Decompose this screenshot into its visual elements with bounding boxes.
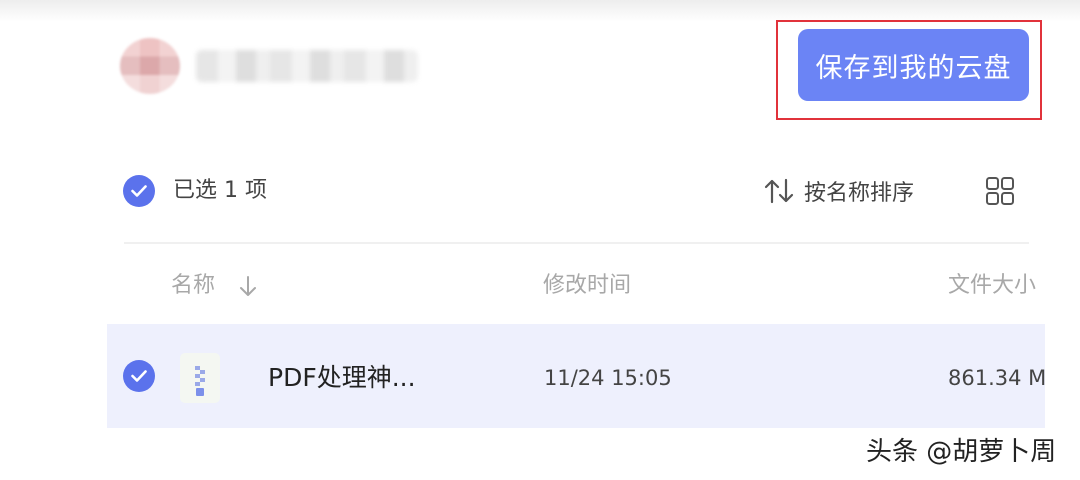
watermark: 头条 @胡萝卜周 [866,437,1057,467]
sort-by-name-button[interactable]: 按名称排序 [764,174,914,208]
select-all-checkbox[interactable] [123,175,155,207]
check-icon [131,185,147,197]
divider [124,242,1029,244]
selection-count: 已选 1 项 [173,178,267,203]
check-icon [131,370,147,382]
grid-view-icon[interactable] [985,176,1015,206]
column-header-name[interactable]: 名称 [171,270,215,302]
sort-arrows-icon [764,178,794,204]
save-to-cloud-button[interactable]: 保存到我的云盘 [798,29,1029,101]
user-name-blurred [196,50,418,82]
avatar [120,38,180,94]
row-checkbox[interactable] [123,360,155,392]
top-shade [0,0,1080,22]
column-header-modified[interactable]: 修改时间 [543,270,631,302]
file-size: 861.34 M [948,366,1045,390]
file-modified-time: 11/24 15:05 [544,366,672,390]
sort-label: 按名称排序 [804,181,915,206]
sort-down-arrow-icon[interactable] [238,274,258,298]
file-name[interactable]: PDF处理神... [268,360,416,396]
column-header-size[interactable]: 文件大小 [948,270,1045,302]
zip-file-icon [180,353,220,403]
